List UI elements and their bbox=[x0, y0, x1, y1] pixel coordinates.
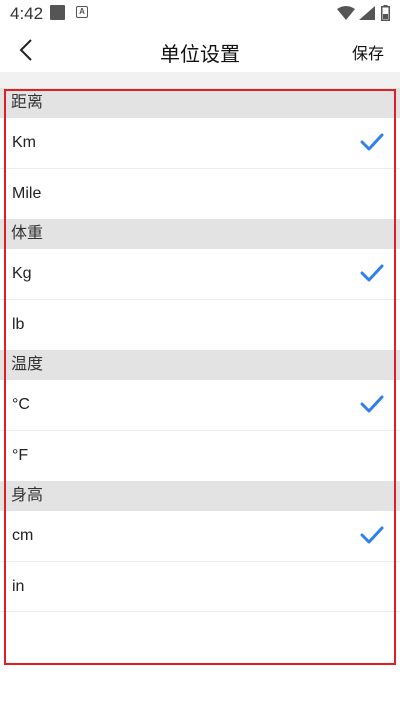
top-divider bbox=[0, 72, 400, 88]
unit-settings-list: 距离 Km Mile 体重 Kg lb 温度 °C °F 身高 cm in bbox=[0, 88, 400, 612]
option-label: in bbox=[12, 577, 25, 595]
option-label: cm bbox=[12, 527, 34, 544]
option-label: Km bbox=[12, 134, 36, 151]
option-cm[interactable]: cm bbox=[0, 511, 400, 562]
option-label: Kg bbox=[12, 265, 32, 282]
option-label: °C bbox=[12, 396, 30, 413]
option-label: °F bbox=[12, 446, 29, 464]
accessibility-notification-icon: A bbox=[76, 6, 88, 18]
status-bar: 4:42 A bbox=[0, 0, 400, 28]
option-celsius[interactable]: °C bbox=[0, 380, 400, 431]
option-label: Mile bbox=[12, 184, 42, 202]
checkmark-icon bbox=[360, 264, 384, 282]
checkmark-icon bbox=[360, 526, 384, 544]
section-header-temperature: 温度 bbox=[0, 350, 400, 380]
section-header-weight: 体重 bbox=[0, 219, 400, 249]
option-fahrenheit[interactable]: °F bbox=[0, 430, 400, 481]
page-title: 单位设置 bbox=[160, 44, 240, 66]
checkmark-icon bbox=[360, 395, 384, 413]
option-mile[interactable]: Mile bbox=[0, 168, 400, 219]
wifi-icon bbox=[337, 6, 355, 20]
signal-icon bbox=[359, 6, 375, 20]
app-bar: 单位设置 保存 bbox=[0, 28, 400, 72]
option-label: lb bbox=[12, 315, 25, 333]
status-icons bbox=[337, 5, 390, 21]
section-header-distance: 距离 bbox=[0, 88, 400, 118]
save-button[interactable]: 保存 bbox=[352, 40, 384, 64]
option-km[interactable]: Km bbox=[0, 118, 400, 169]
notification-icon bbox=[50, 5, 65, 20]
battery-icon bbox=[381, 5, 390, 21]
status-time: 4:42 bbox=[10, 4, 44, 23]
option-in[interactable]: in bbox=[0, 561, 400, 612]
option-kg[interactable]: Kg bbox=[0, 249, 400, 300]
checkmark-icon bbox=[360, 133, 384, 151]
section-header-height: 身高 bbox=[0, 481, 400, 511]
option-lb[interactable]: lb bbox=[0, 299, 400, 350]
